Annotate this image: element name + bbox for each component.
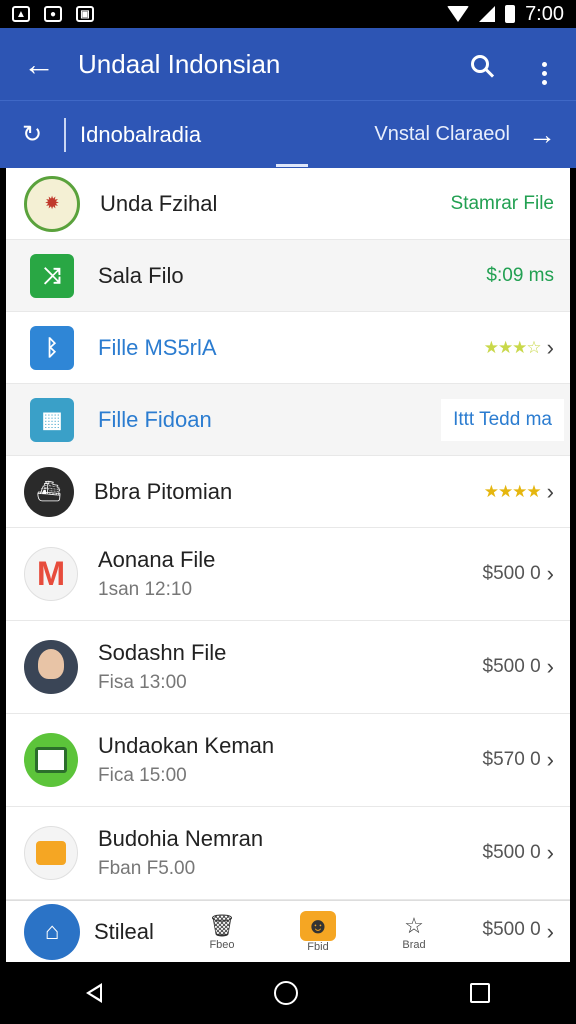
- chevron-right-icon: ›: [546, 840, 554, 865]
- bluetooth-icon: ᛒ: [30, 325, 74, 370]
- document-icon: [24, 733, 78, 787]
- chevron-right-icon: ›: [546, 561, 554, 586]
- list-item[interactable]: M Aonana File 1san 12:10 $500 0 ›: [6, 528, 570, 621]
- item-price: $500 0: [482, 918, 541, 940]
- tab-trash[interactable]: 🗑 Fbeo: [174, 913, 270, 951]
- user-icon: ☻: [300, 910, 336, 941]
- item-title: Bbra Pitomian: [94, 478, 233, 504]
- battery-icon: [505, 5, 516, 23]
- chevron-right-icon: ›: [546, 334, 554, 360]
- list-item[interactable]: Sodashn File Fisa 13:00 $500 0 ›: [6, 621, 570, 714]
- list-item[interactable]: ✹ Unda Fzihal Stamrar File: [6, 168, 570, 240]
- item-price: $500 0: [482, 563, 541, 584]
- sub-header: ↻ Idnobalradia Vnstal Claraeol →: [0, 100, 576, 168]
- nav-back-icon[interactable]: [86, 983, 102, 1003]
- gmail-icon: M: [24, 547, 78, 601]
- rating-stars: ★★★☆: [483, 337, 542, 357]
- back-arrow-icon[interactable]: ←: [0, 46, 78, 83]
- item-status: $:09 ms: [486, 264, 554, 286]
- item-title: Fille Fidoan: [98, 406, 212, 432]
- tab-label: Fbeo: [209, 938, 235, 951]
- divider: [64, 117, 66, 152]
- star-icon: ☆: [404, 912, 424, 938]
- calendar-icon: ▦: [30, 397, 74, 442]
- item-price: $570 0: [482, 749, 541, 770]
- tab-indicator: [276, 164, 308, 167]
- avatar: [24, 640, 78, 694]
- bottom-price[interactable]: $500 0 ›: [483, 919, 554, 945]
- rating-stars: ★★★★: [483, 481, 542, 501]
- item-title: Sala Filo: [98, 262, 184, 288]
- list-item[interactable]: ᛒ Fille MS5rlA ★★★☆ ›: [6, 312, 570, 384]
- list-item[interactable]: ⛴ Bbra Pitomian ★★★★ ›: [6, 456, 570, 528]
- item-status: Stamrar File: [450, 192, 554, 214]
- wifi-icon: [447, 6, 470, 22]
- tab-label: Fbid: [307, 940, 329, 953]
- list-item[interactable]: ⤨ Sala Filo $:09 ms: [6, 240, 570, 312]
- android-icon: ●: [44, 6, 62, 22]
- status-time: 7:00: [525, 2, 564, 25]
- item-price: $500 0: [482, 842, 541, 863]
- file-list: ✹ Unda Fzihal Stamrar File ⤨ Sala Filo $…: [6, 168, 570, 962]
- item-subtitle: Fisa 13:00: [98, 672, 187, 693]
- home-icon: ⌂: [24, 903, 80, 960]
- tab-star[interactable]: ☆ Brad: [366, 913, 462, 951]
- ship-icon: ⛴: [24, 466, 74, 517]
- item-subtitle: 1san 12:10: [98, 579, 193, 600]
- forward-arrow-icon[interactable]: →: [528, 119, 556, 151]
- search-button[interactable]: [448, 49, 512, 80]
- tab-label: Brad: [402, 938, 426, 951]
- nav-recents-icon[interactable]: [470, 983, 490, 1003]
- status-bar: ▲ ● ▣ 7:00: [0, 0, 576, 28]
- sub-header-label: Idnobalradia: [80, 121, 202, 147]
- item-title: Undaokan Keman: [98, 733, 275, 758]
- item-title: Aonana File: [98, 547, 216, 572]
- tab-active[interactable]: ☻ Fbid: [270, 910, 366, 953]
- bottom-user-name: Stileal: [94, 918, 154, 944]
- app-bar: ← Undaal Indonsian: [0, 28, 576, 100]
- item-title: Unda Fzihal: [100, 190, 218, 216]
- signal-icon: [479, 6, 496, 22]
- more-vert-icon: [541, 62, 547, 85]
- shuffle-icon: ⤨: [30, 253, 74, 298]
- chevron-right-icon: ›: [546, 654, 554, 679]
- item-subtitle: Fica 15:00: [98, 765, 187, 786]
- item-subtitle: Fban F5.00: [98, 858, 196, 879]
- bottom-user[interactable]: ⌂ Stileal: [24, 903, 174, 960]
- chevron-right-icon: ›: [546, 918, 554, 944]
- list-item[interactable]: ▦ Fille Fidoan Ittt Tedd ma: [6, 384, 570, 456]
- system-nav-bar: [0, 962, 576, 1024]
- bottom-tab-bar: ⌂ Stileal 🗑 Fbeo ☻ Fbid ☆ Brad $500 0 ›: [6, 900, 570, 962]
- more-options-button[interactable]: [512, 43, 576, 85]
- sub-header-link[interactable]: Vnstal Claraeol: [374, 123, 510, 146]
- item-price: $500 0: [482, 656, 541, 677]
- page-title: Undaal Indonsian: [78, 48, 281, 79]
- item-title: Fille MS5rlA: [98, 334, 217, 360]
- item-title: Sodashn File: [98, 640, 227, 665]
- gallery-icon: ▣: [76, 6, 94, 22]
- chevron-right-icon: ›: [546, 478, 554, 504]
- list-item[interactable]: Budohia Nemran Fban F5.00 $500 0 ›: [6, 807, 570, 900]
- folder-icon: [24, 826, 78, 880]
- search-icon: [471, 54, 489, 73]
- trash-icon: 🗑: [208, 912, 236, 938]
- nav-home-icon[interactable]: [274, 981, 298, 1005]
- list-item[interactable]: Undaokan Keman Fica 15:00 $570 0 ›: [6, 714, 570, 807]
- item-title: Budohia Nemran: [98, 826, 264, 851]
- item-status: Ittt Tedd ma: [441, 398, 564, 441]
- image-icon: ▲: [12, 6, 30, 22]
- chevron-right-icon: ›: [546, 747, 554, 772]
- refresh-icon[interactable]: ↻: [22, 120, 64, 149]
- emblem-icon: ✹: [24, 175, 80, 232]
